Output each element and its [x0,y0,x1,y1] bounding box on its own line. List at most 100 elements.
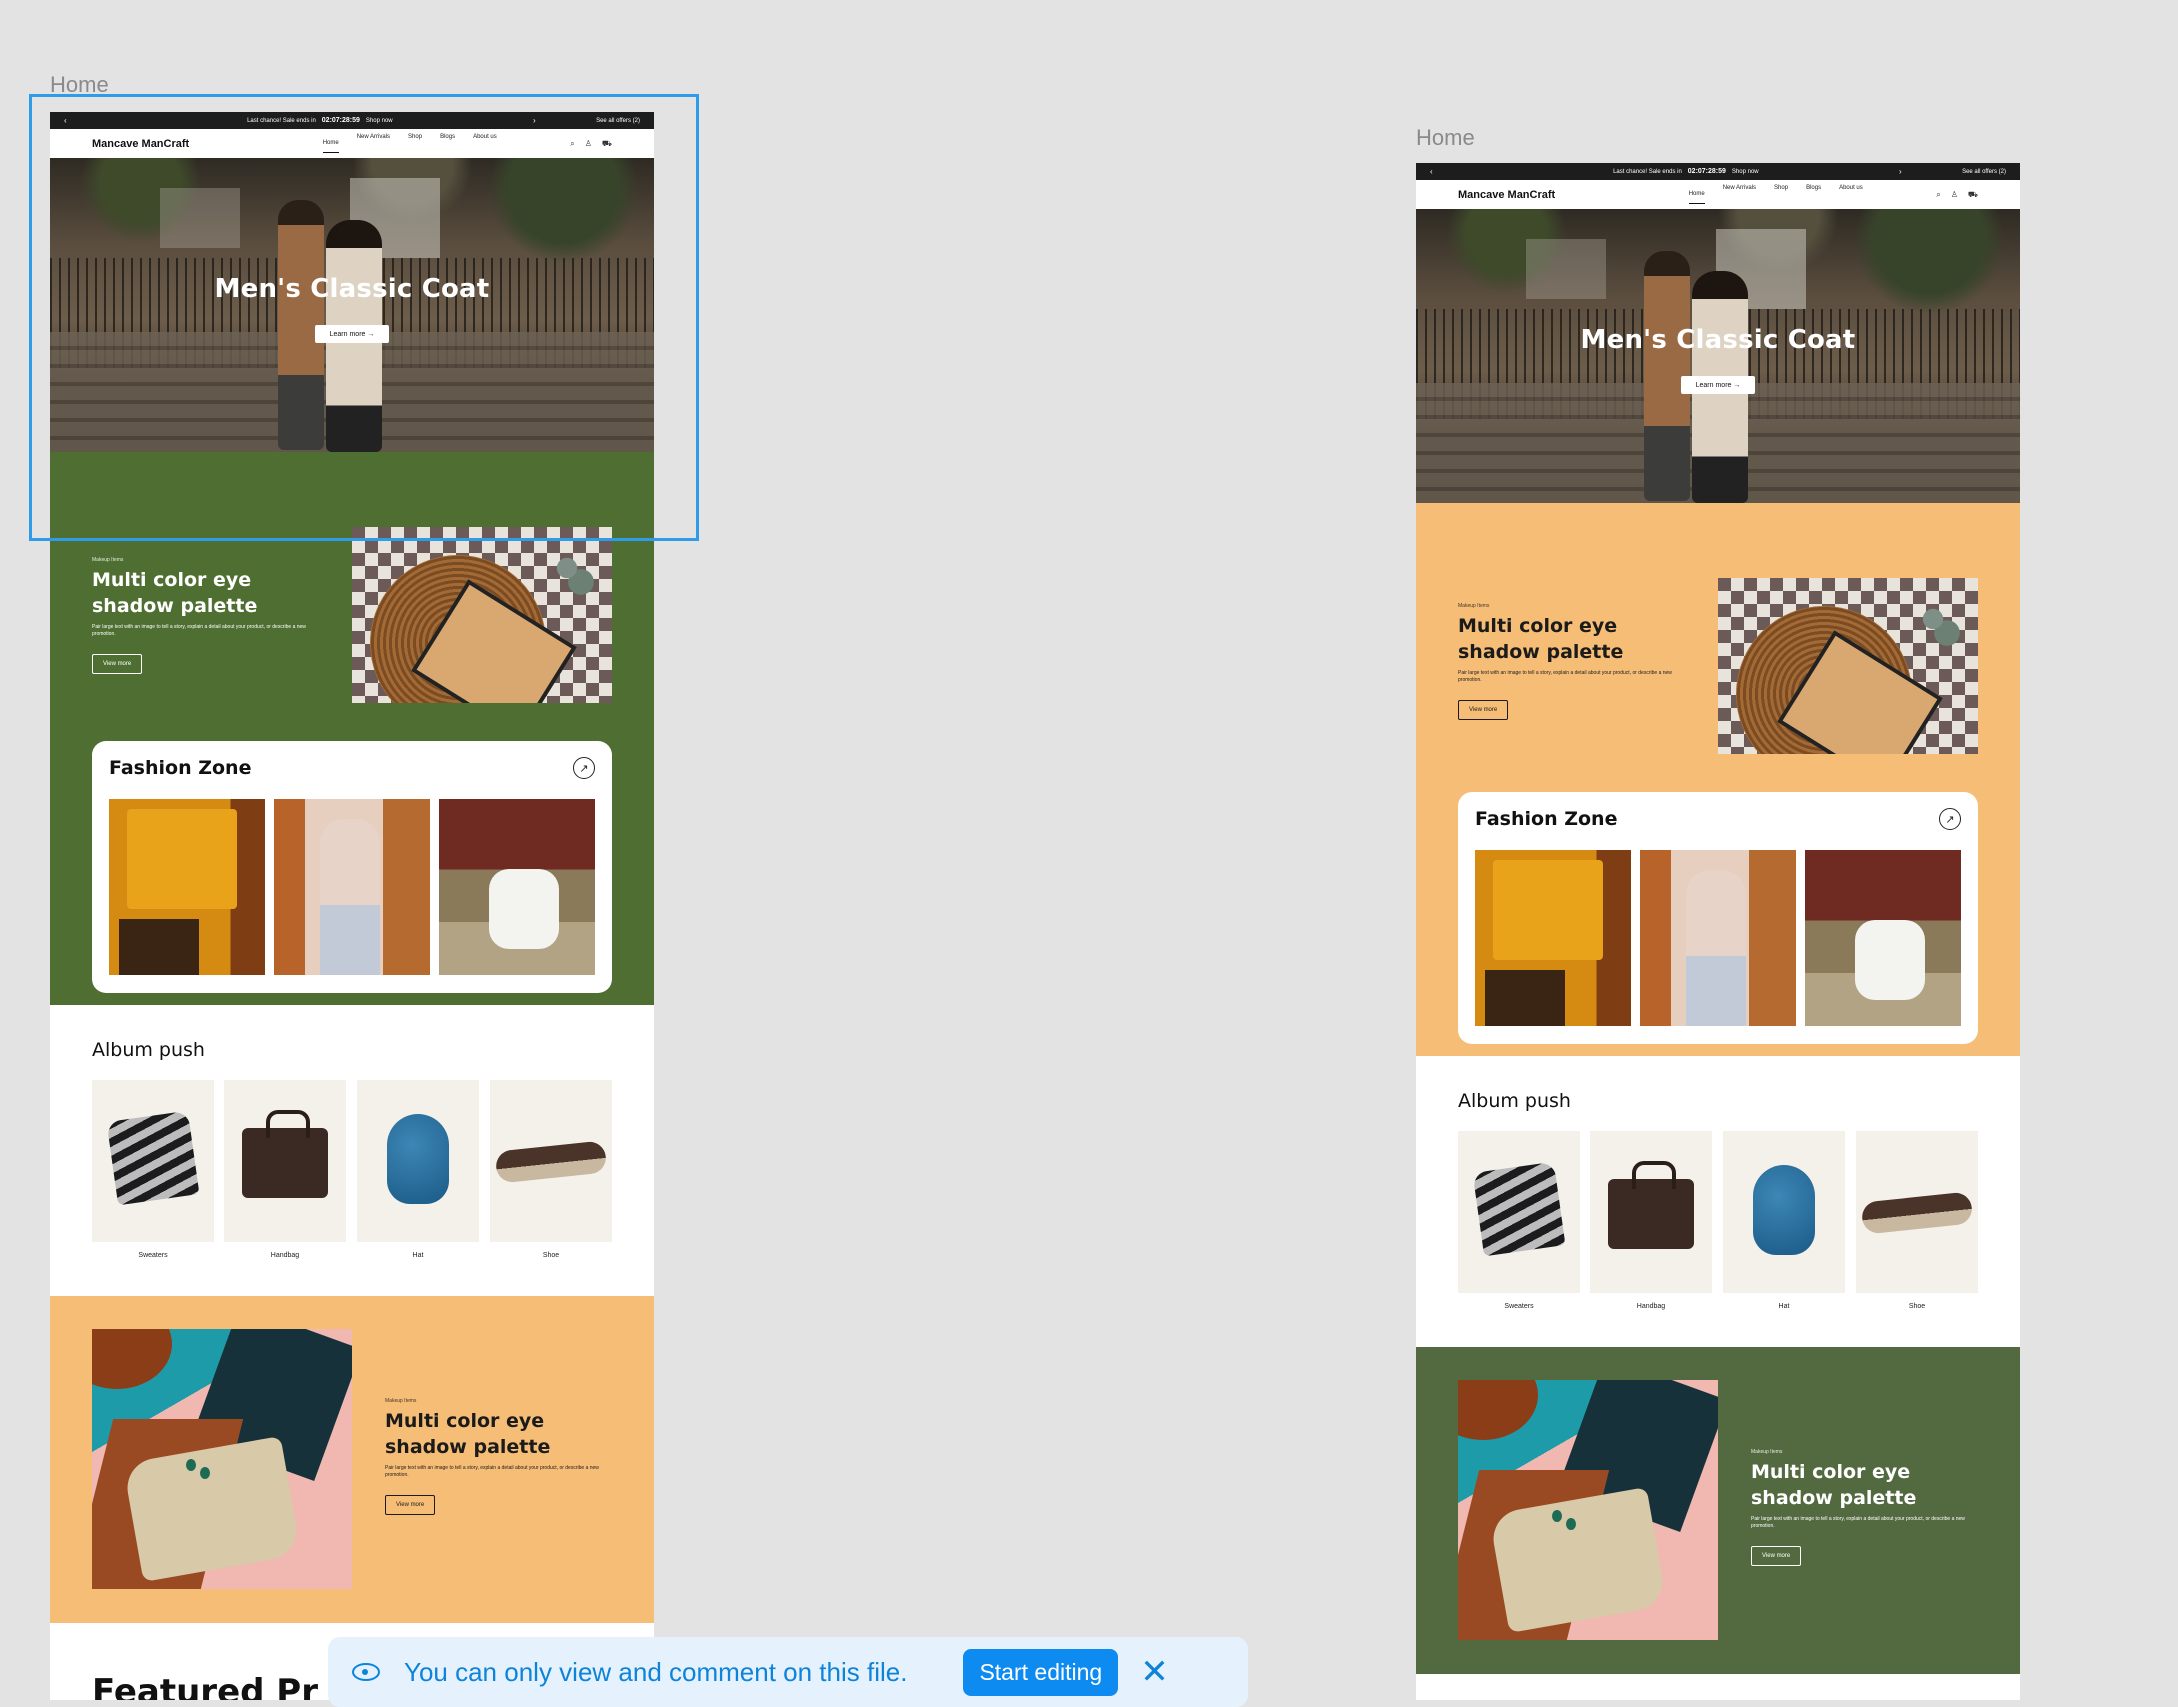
promo-offers-link[interactable]: See all offers (2) [596,118,640,124]
nav-item-home[interactable]: Home [1688,191,1705,204]
main-nav: Mancave ManCraft Home New Arrivals Shop … [50,129,654,158]
album-title: Album push [1458,1090,1571,1112]
hero-learn-more-button[interactable]: Learn more → [1681,376,1755,394]
hero-banner: Men's Classic Coat Learn more → [1416,209,2020,503]
home-frame-left[interactable]: ‹ Last chance! Sale ends in 02:07:28:59 … [50,112,654,1700]
nav-item-blogs[interactable]: Blogs [1806,185,1821,204]
close-icon[interactable]: ✕ [1140,1655,1169,1689]
album-item-label: Shoe [542,1252,560,1259]
fashion-zone-section: Fashion Zone ↗ [1416,792,2020,1056]
fashion-zone-title: Fashion Zone [109,757,252,779]
promo-section-bottom: Makeup Items Multi color eye shadow palet… [50,1296,654,1623]
promo-shop-now-link[interactable]: Shop now [366,118,393,124]
fashion-image-sneakers[interactable] [1805,850,1961,1026]
promo-prev-arrow[interactable]: ‹ [64,116,67,125]
user-icon[interactable]: ♙ [1951,190,1958,200]
album-item-handbag[interactable]: Handbag [224,1080,346,1259]
promo-body: Pair large text with an image to tell a … [385,1465,599,1478]
album-item-sweaters[interactable]: Sweaters [92,1080,214,1259]
promo-title: Multi color eye shadow palette [1751,1461,1917,1509]
search-icon[interactable]: ⌕ [570,139,574,149]
fashion-zone-card[interactable]: Fashion Zone ↗ [92,741,612,993]
start-editing-button[interactable]: Start editing [963,1648,1119,1696]
fashion-zone-section: Fashion Zone ↗ [50,741,654,1005]
promo-body: Pair large text with an image to tell a … [1458,670,1672,683]
user-icon[interactable]: ♙ [585,139,592,149]
album-item-label: Hat [1778,1303,1790,1310]
album-push-section: Album push Sweaters Handbag Hat Shoe [50,1005,654,1296]
nav-item-about-us[interactable]: About us [1839,185,1863,204]
promo-message: Last chance! Sale ends in [1613,168,1682,175]
main-nav: Mancave ManCraft Home New Arrivals Shop … [1416,180,2020,209]
fashion-zone-card[interactable]: Fashion Zone ↗ [1458,792,1978,1044]
home-frame-right[interactable]: ‹ Last chance! Sale ends in 02:07:28:59 … [1416,163,2020,1700]
album-item-hat[interactable]: Hat [1723,1131,1845,1310]
toast-message: You can only view and comment on this fi… [404,1656,908,1687]
arrow-up-right-icon[interactable]: ↗ [573,757,595,779]
promo-message: Last chance! Sale ends in [247,117,316,124]
brand-logo[interactable]: Mancave ManCraft [92,138,189,150]
hero-title: Men's Classic Coat [1580,325,1856,355]
fashion-image-sneakers[interactable] [439,799,595,975]
promo-title: Multi color eye shadow palette [92,569,258,617]
fashion-image-coat[interactable] [274,799,430,975]
featured-title: Featured Pr [92,1672,318,1700]
nav-item-home[interactable]: Home [322,140,339,153]
brand-logo[interactable]: Mancave ManCraft [1458,189,1555,201]
view-more-button[interactable]: View more [385,1495,436,1515]
promo-kicker: Makeup Items [1751,1449,1783,1455]
nav-item-shop[interactable]: Shop [408,134,422,153]
promo-shop-now-link[interactable]: Shop now [1732,169,1759,175]
album-item-handbag[interactable]: Handbag [1590,1131,1712,1310]
nav-item-blogs[interactable]: Blogs [440,134,455,153]
frame-label-right[interactable]: Home [1416,125,1475,151]
cart-icon[interactable]: ⛟ [602,139,612,149]
promo-kicker: Makeup Items [92,557,124,563]
hero-learn-more-button[interactable]: Learn more → [315,325,389,343]
promo-bar: ‹ Last chance! Sale ends in 02:07:28:59 … [1416,163,2020,180]
promo-section [50,452,654,537]
promo-kicker: Makeup Items [385,1398,417,1404]
fashion-image-bag[interactable] [109,799,265,975]
promo-section: Makeup Items Multi color eye shadow palet… [1416,503,2020,792]
album-title: Album push [92,1039,205,1061]
view-more-button[interactable]: View more [1751,1546,1802,1566]
nav-icons: ⌕ ♙ ⛟ [570,139,612,149]
view-only-toast: You can only view and comment on this fi… [328,1637,1248,1707]
frame-label-left[interactable]: Home [50,72,109,98]
album-item-sweaters[interactable]: Sweaters [1458,1131,1580,1310]
album-item-hat[interactable]: Hat [357,1080,479,1259]
arrow-up-right-icon[interactable]: ↗ [1939,808,1961,830]
promo-countdown: 02:07:28:59 [321,117,360,124]
basket-bag-image [1718,578,1978,754]
promo-prev-arrow[interactable]: ‹ [1430,167,1433,176]
nav-item-new-arrivals[interactable]: New Arrivals [1723,185,1756,204]
search-icon[interactable]: ⌕ [1936,190,1940,200]
nav-item-new-arrivals[interactable]: New Arrivals [357,134,390,153]
view-more-button[interactable]: View more [1458,700,1509,720]
basket-bag-image [352,527,612,703]
promo-body: Pair large text with an image to tell a … [92,624,306,637]
album-item-label: Shoe [1908,1303,1926,1310]
promo-next-arrow[interactable]: › [1899,167,1902,176]
album-item-shoe[interactable]: Shoe [490,1080,612,1259]
cart-icon[interactable]: ⛟ [1968,190,1978,200]
nav-icons: ⌕ ♙ ⛟ [1936,190,1978,200]
promo-title: Multi color eye shadow palette [385,1410,551,1458]
promo-section-content: Makeup Items Multi color eye shadow palet… [50,527,654,741]
hero-title: Men's Classic Coat [214,274,490,304]
view-more-button[interactable]: View more [92,654,143,674]
hero-banner: Men's Classic Coat Learn more → [50,158,654,452]
promo-body: Pair large text with an image to tell a … [1751,1516,1965,1529]
album-item-shoe[interactable]: Shoe [1856,1131,1978,1310]
promo-bar: ‹ Last chance! Sale ends in 02:07:28:59 … [50,112,654,129]
promo-title: Multi color eye shadow palette [1458,615,1624,663]
nav-item-shop[interactable]: Shop [1774,185,1788,204]
fashion-image-bag[interactable] [1475,850,1631,1026]
promo-section-bottom: Makeup Items Multi color eye shadow palet… [1416,1347,2020,1674]
eye-icon [352,1663,380,1681]
nav-item-about-us[interactable]: About us [473,134,497,153]
promo-next-arrow[interactable]: › [533,116,536,125]
promo-offers-link[interactable]: See all offers (2) [1962,169,2006,175]
fashion-image-coat[interactable] [1640,850,1796,1026]
